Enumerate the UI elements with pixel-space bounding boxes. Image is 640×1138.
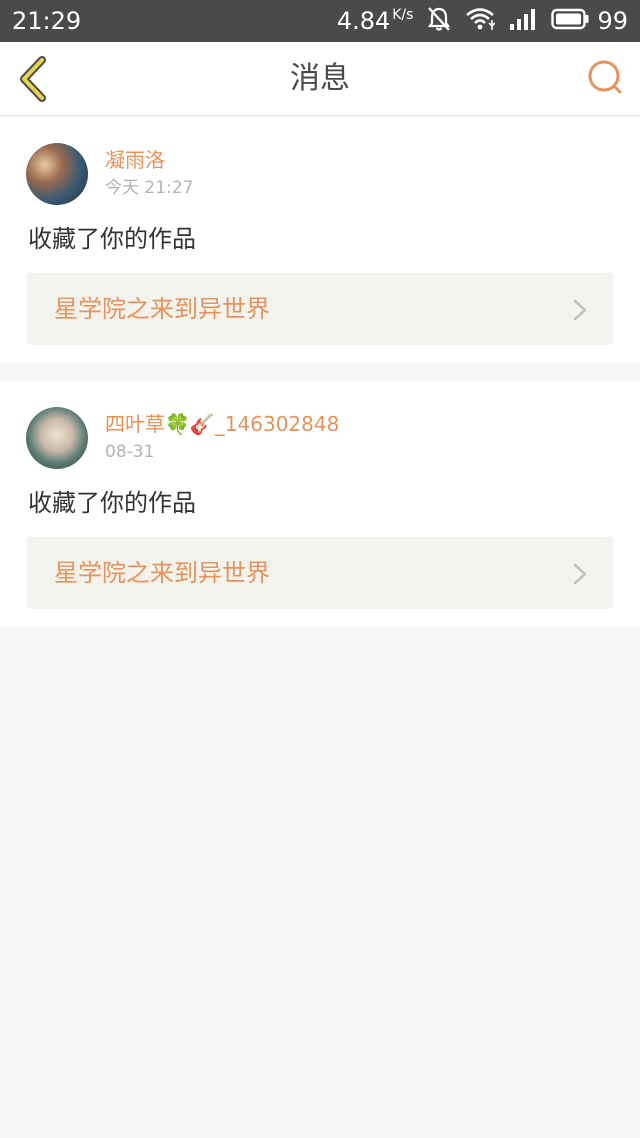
chevron-right-icon [573, 299, 587, 321]
battery-level: 99 [597, 7, 628, 35]
status-bar: 21:29 4.84 K/s 99 [0, 0, 640, 42]
avatar[interactable] [26, 407, 88, 469]
search-icon [588, 60, 622, 94]
message-action: 收藏了你的作品 [28, 225, 196, 253]
network-speed-unit: K/s [392, 7, 414, 23]
network-speed: 4.84 [336, 7, 391, 35]
work-link[interactable]: 星学院之来到异世界 [27, 537, 613, 609]
signal-icon [509, 8, 537, 34]
message-item: 凝雨洛 今天 21:27 收藏了你的作品 星学院之来到异世界 [0, 117, 640, 363]
message-time: 08-31 [105, 442, 155, 462]
status-icons: 4.84 K/s 99 [337, 6, 628, 36]
notification-muted-icon [427, 6, 451, 36]
work-link[interactable]: 星学院之来到异世界 [27, 273, 613, 345]
status-time: 21:29 [12, 7, 82, 35]
search-button[interactable] [586, 58, 626, 98]
work-title: 星学院之来到异世界 [54, 559, 270, 587]
page-title: 消息 [290, 61, 350, 96]
top-nav-bar: 消息 [0, 42, 640, 116]
user-name[interactable]: 四叶草🍀🎸_146302848 [105, 411, 339, 437]
chevron-right-icon [573, 563, 587, 585]
message-time: 今天 21:27 [105, 178, 194, 198]
wifi-icon [465, 7, 497, 35]
battery-icon [551, 8, 589, 34]
message-item: 四叶草🍀🎸_146302848 08-31 收藏了你的作品 星学院之来到异世界 [0, 381, 640, 627]
work-title: 星学院之来到异世界 [54, 295, 270, 323]
user-name[interactable]: 凝雨洛 [105, 147, 165, 173]
avatar[interactable] [26, 143, 88, 205]
message-action: 收藏了你的作品 [28, 489, 196, 517]
